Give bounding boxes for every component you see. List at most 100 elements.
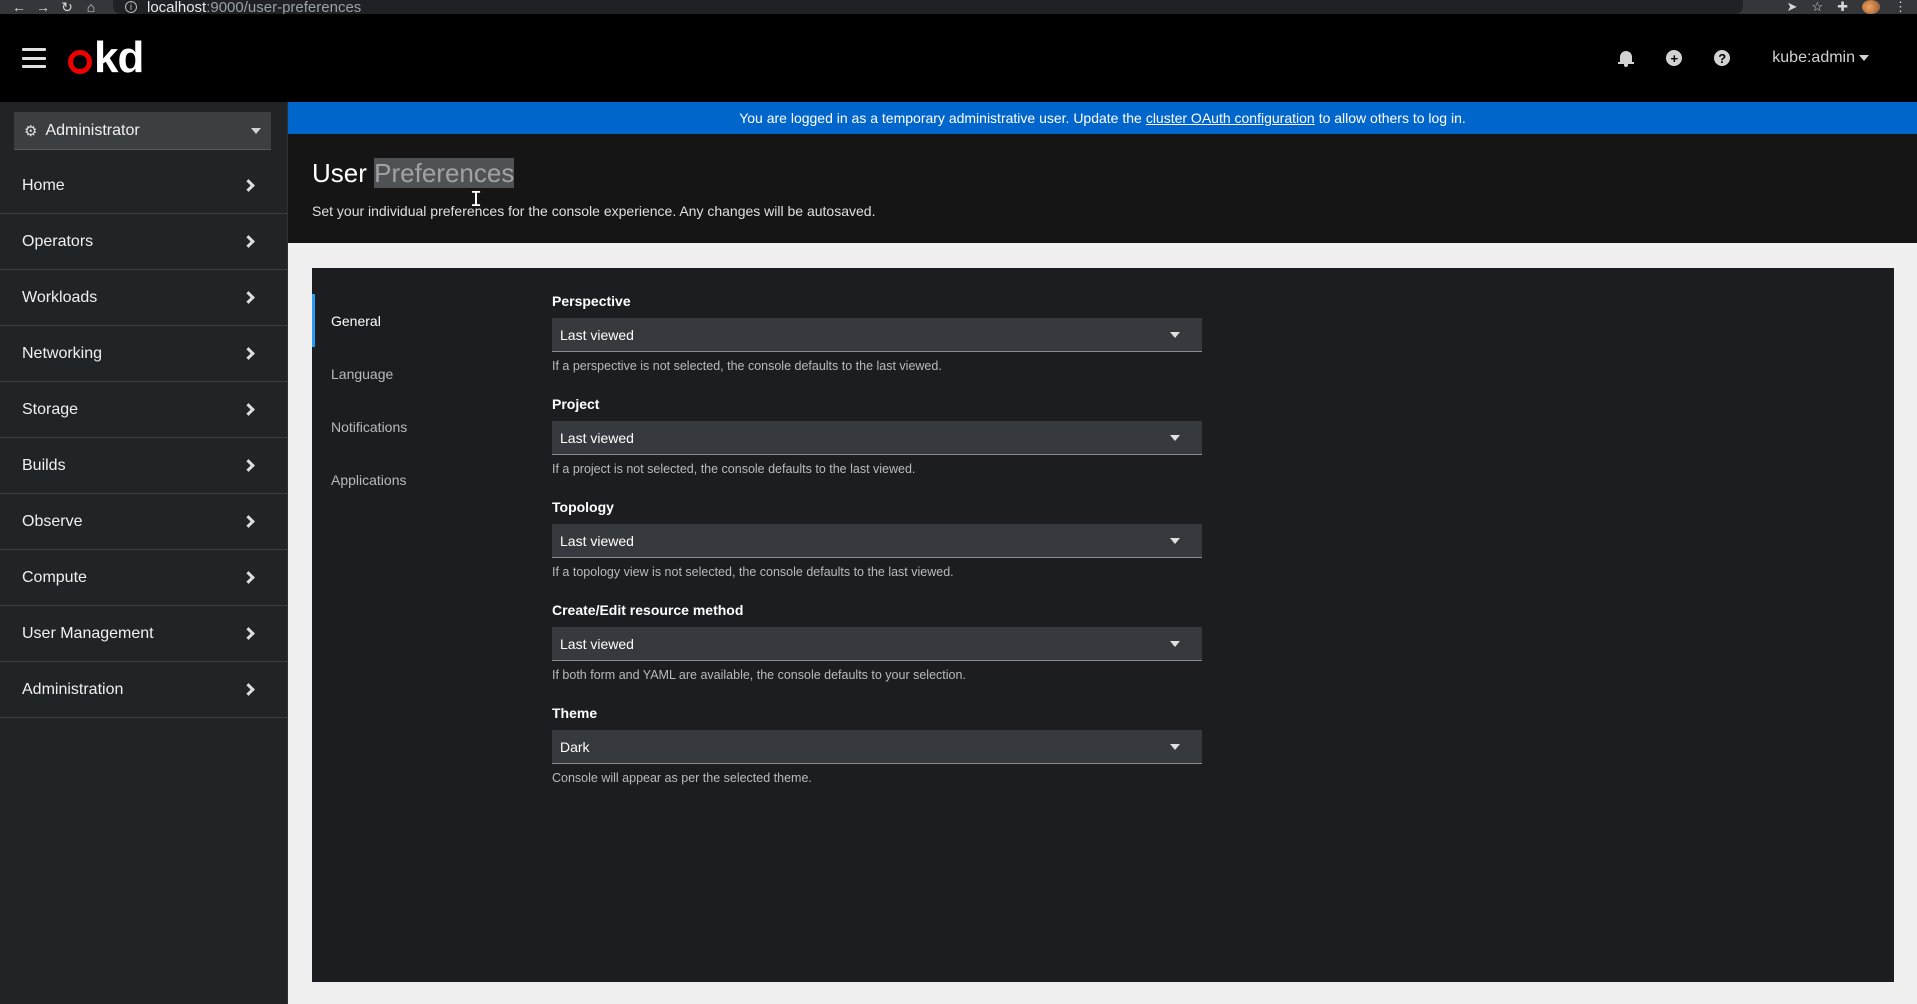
- help-question-icon[interactable]: ?: [1698, 50, 1746, 66]
- sidebar-item-administration[interactable]: Administration: [0, 662, 287, 718]
- back-arrow-icon[interactable]: ←: [7, 0, 31, 15]
- preferences-tabs: General Language Notifications Applicati…: [312, 268, 552, 982]
- browser-menu-icon[interactable]: ⋮: [1894, 0, 1907, 15]
- helper-text: Console will appear as per the selected …: [552, 771, 812, 785]
- browser-toolbar: ← → ↻ ⌂ i localhost:9000/user-preference…: [0, 0, 1917, 16]
- topology-field: Topology Last viewed If a topology view …: [552, 499, 1202, 579]
- perspective-label: Administrator: [45, 121, 140, 139]
- address-bar[interactable]: i localhost:9000/user-preferences: [113, 0, 1743, 16]
- user-name: kube:admin: [1772, 49, 1855, 66]
- forward-arrow-icon[interactable]: →: [31, 0, 55, 15]
- helper-text: If both form and YAML are available, the…: [552, 668, 966, 682]
- send-icon[interactable]: ➤: [1787, 0, 1798, 15]
- caret-down-icon: [1170, 640, 1180, 647]
- resource-method-field: Create/Edit resource method Last viewed …: [552, 602, 1202, 682]
- profile-avatar[interactable]: [1862, 0, 1880, 14]
- nav-list: Home Operators Workloads Networking Stor…: [0, 158, 287, 718]
- page-title: User Preferences: [312, 158, 1893, 189]
- theme-field: Theme Dark Console will appear as per th…: [552, 705, 1202, 785]
- sidebar-item-label: Observe: [22, 512, 83, 530]
- sidebar-item-label: Builds: [22, 456, 66, 474]
- tab-language[interactable]: Language: [312, 347, 552, 400]
- text-cursor-icon: I: [470, 187, 483, 211]
- sidebar-item-label: Storage: [22, 400, 79, 418]
- temporary-admin-banner: You are logged in as a temporary adminis…: [288, 102, 1917, 134]
- field-label: Perspective: [552, 293, 631, 309]
- sidebar-item-builds[interactable]: Builds: [0, 438, 287, 494]
- topology-select[interactable]: Last viewed: [552, 524, 1202, 558]
- select-value: Last viewed: [560, 326, 634, 343]
- sidebar-item-label: Networking: [22, 344, 103, 362]
- sidebar-item-label: Home: [22, 176, 65, 194]
- quick-create-plus-icon[interactable]: +: [1650, 50, 1698, 66]
- sidebar-item-user-management[interactable]: User Management: [0, 606, 287, 662]
- reload-icon[interactable]: ↻: [55, 0, 79, 15]
- preferences-card: General Language Notifications Applicati…: [312, 268, 1894, 982]
- chevron-right-icon: [242, 627, 255, 640]
- page-subtitle: Set your individual preferences for the …: [312, 203, 876, 219]
- field-label: Theme: [552, 705, 598, 721]
- sidebar-item-workloads[interactable]: Workloads: [0, 270, 287, 326]
- perspective-switcher[interactable]: ⚙ Administrator: [14, 112, 271, 150]
- chevron-right-icon: [242, 347, 255, 360]
- theme-select[interactable]: Dark: [552, 730, 1202, 764]
- tab-general[interactable]: General: [312, 294, 552, 347]
- cogs-icon: ⚙: [24, 122, 38, 140]
- project-select[interactable]: Last viewed: [552, 421, 1202, 455]
- helper-text: If a project is not selected, the consol…: [552, 462, 916, 476]
- logo-ring-icon: [68, 50, 92, 74]
- chevron-right-icon: [242, 571, 255, 584]
- tab-notifications[interactable]: Notifications: [312, 400, 552, 453]
- sidebar-item-label: Operators: [22, 232, 94, 250]
- logo-text: kd: [94, 33, 144, 82]
- site-info-icon[interactable]: i: [125, 1, 137, 13]
- perspective-field: Perspective Last viewed If a perspective…: [552, 293, 1202, 373]
- general-preferences-form: Perspective Last viewed If a perspective…: [552, 268, 1202, 982]
- project-field: Project Last viewed If a project is not …: [552, 396, 1202, 476]
- sidebar-item-networking[interactable]: Networking: [0, 326, 287, 382]
- main-content: You are logged in as a temporary adminis…: [288, 102, 1917, 1004]
- sidebar-item-compute[interactable]: Compute: [0, 550, 287, 606]
- user-menu[interactable]: kube:admin: [1772, 49, 1869, 67]
- sidebar-item-label: Administration: [22, 680, 124, 698]
- sidebar: ⚙ Administrator Home Operators Workloads…: [0, 102, 288, 1004]
- extensions-icon[interactable]: ✚: [1837, 0, 1848, 15]
- field-label: Create/Edit resource method: [552, 602, 744, 618]
- tab-applications[interactable]: Applications: [312, 453, 552, 506]
- select-value: Last viewed: [560, 635, 634, 652]
- caret-down-icon: [1170, 434, 1180, 441]
- caret-down-icon: [1170, 331, 1180, 338]
- hamburger-menu-icon[interactable]: [22, 48, 46, 68]
- perspective-select[interactable]: Last viewed: [552, 318, 1202, 352]
- page-header: User Preferences Set your individual pre…: [288, 134, 1917, 243]
- field-label: Topology: [552, 499, 614, 515]
- chevron-down-icon: [251, 127, 261, 134]
- sidebar-item-label: Workloads: [22, 288, 98, 306]
- field-label: Project: [552, 396, 600, 412]
- resource-method-select[interactable]: Last viewed: [552, 627, 1202, 661]
- masthead: kd + ? kube:admin: [0, 14, 1917, 102]
- page-title-selected-text: Preferences: [374, 158, 515, 188]
- cluster-oauth-link[interactable]: cluster OAuth configuration: [1146, 110, 1315, 126]
- caret-down-icon: [1170, 743, 1180, 750]
- sidebar-item-storage[interactable]: Storage: [0, 382, 287, 438]
- home-icon[interactable]: ⌂: [79, 0, 103, 15]
- select-value: Dark: [560, 738, 590, 755]
- sidebar-item-observe[interactable]: Observe: [0, 494, 287, 550]
- helper-text: If a topology view is not selected, the …: [552, 565, 954, 579]
- banner-text-after: to allow others to log in.: [1318, 110, 1466, 126]
- sidebar-item-home[interactable]: Home: [0, 158, 287, 214]
- star-icon[interactable]: ☆: [1811, 0, 1823, 15]
- sidebar-item-label: User Management: [22, 624, 154, 642]
- chevron-right-icon: [242, 459, 255, 472]
- chevron-right-icon: [242, 235, 255, 248]
- chevron-right-icon: [242, 515, 255, 528]
- sidebar-item-label: Compute: [22, 568, 87, 586]
- chevron-down-icon: [1859, 55, 1869, 61]
- page-title-first: User: [312, 158, 367, 188]
- notifications-bell-icon[interactable]: [1602, 50, 1650, 67]
- sidebar-item-operators[interactable]: Operators: [0, 214, 287, 270]
- chevron-right-icon: [242, 683, 255, 696]
- okd-logo[interactable]: kd: [68, 33, 144, 82]
- caret-down-icon: [1170, 537, 1180, 544]
